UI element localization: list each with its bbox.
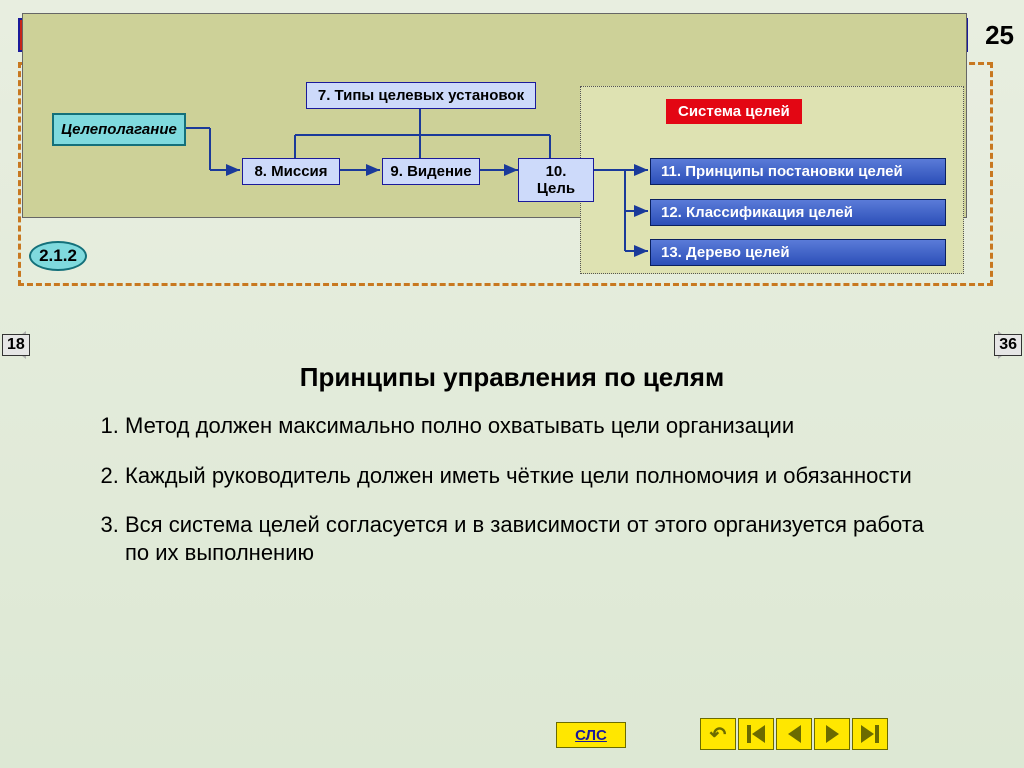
list-item: Вся система целей согласуется и в зависи… [125,511,925,566]
last-icon [861,725,879,743]
first-icon [747,725,765,743]
nav-controls: ↶ [700,718,888,750]
next-page-num: 36 [994,334,1022,356]
nav-prev[interactable]: 18 [0,330,34,360]
prev-page-num: 18 [2,334,30,356]
sls-button[interactable]: СЛС [556,722,626,748]
nav-forward-button[interactable] [814,718,850,750]
goals-system-label: Система целей [666,99,802,124]
forward-icon [826,725,839,743]
back-icon [788,725,801,743]
nav-first-button[interactable] [738,718,774,750]
nav-back-button[interactable] [776,718,812,750]
content-list: Метод должен максимально полно охватыват… [95,412,925,588]
node-9[interactable]: 9. Видение [382,158,480,185]
content-title: Принципы управления по целям [0,362,1024,393]
list-item: Каждый руководитель должен иметь чёткие … [125,462,925,490]
nav-last-button[interactable] [852,718,888,750]
node-7[interactable]: 7. Типы целевых установок [306,82,536,109]
list-item: Метод должен максимально полно охватыват… [125,412,925,440]
nav-next[interactable]: 36 [990,330,1024,360]
nav-return-button[interactable]: ↶ [700,718,736,750]
node-11[interactable]: 11. Принципы постановки целей [650,158,946,185]
node-12[interactable]: 12. Классификация целей [650,199,946,226]
node-13[interactable]: 13. Дерево целей [650,239,946,266]
section-badge[interactable]: 2.1.2 [29,241,87,271]
return-icon: ↶ [710,722,727,747]
page-number: 25 [985,20,1014,51]
node-10[interactable]: 10. Цель [518,158,594,202]
node-8[interactable]: 8. Миссия [242,158,340,185]
node-root[interactable]: Целеполагание [52,113,186,146]
